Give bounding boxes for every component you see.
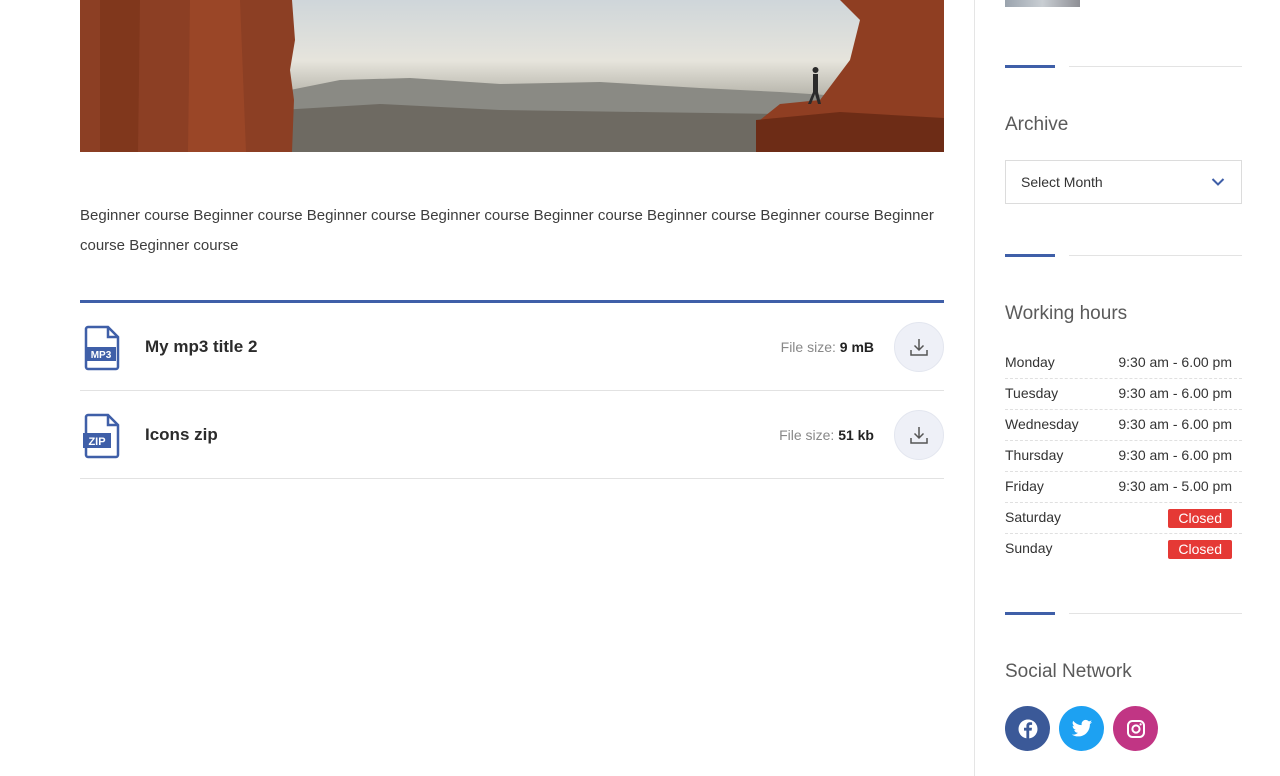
closed-badge: Closed <box>1168 509 1232 528</box>
download-icon <box>910 427 928 444</box>
twitter-button[interactable] <box>1059 706 1104 751</box>
working-hours-heading: Working hours <box>1005 303 1128 324</box>
hours-row: Friday 9:30 am - 5.00 pm <box>1005 472 1242 503</box>
file-title: My mp3 title 2 <box>145 337 258 356</box>
download-icon <box>910 339 928 356</box>
widget-separator <box>1005 612 1242 615</box>
zip-file-icon: ZIP <box>83 413 120 459</box>
facebook-button[interactable] <box>1005 706 1050 751</box>
post-hero-image <box>80 0 944 152</box>
instagram-button[interactable] <box>1113 706 1158 751</box>
hours-row: Tuesday 9:30 am - 6.00 pm <box>1005 379 1242 410</box>
file-row: MP3 My mp3 title 2 File size: 9 mB <box>80 303 944 391</box>
hours-row: Wednesday 9:30 am - 6.00 pm <box>1005 410 1242 441</box>
twitter-icon <box>1071 719 1092 736</box>
widget-separator <box>1005 254 1242 257</box>
file-size: File size: 51 kb <box>779 427 874 443</box>
working-hours-table: Monday 9:30 am - 6.00 pm Tuesday 9:30 am -… <box>1005 348 1242 564</box>
download-button[interactable] <box>894 322 944 372</box>
hours-row: Thursday 9:30 am - 6.00 pm <box>1005 441 1242 472</box>
svg-text:MP3: MP3 <box>91 350 112 361</box>
widget-separator <box>1005 65 1242 68</box>
download-button[interactable] <box>894 410 944 460</box>
archive-month-select[interactable]: Select Month <box>1005 160 1242 204</box>
file-row: ZIP Icons zip File size: 51 kb <box>80 391 944 479</box>
chevron-down-icon <box>1211 178 1225 186</box>
svg-text:ZIP: ZIP <box>88 436 105 448</box>
facebook-icon <box>1018 719 1037 738</box>
file-list: MP3 My mp3 title 2 File size: 9 mB ZIP I… <box>80 300 944 479</box>
sidebar-divider <box>974 0 975 776</box>
hours-row: Monday 9:30 am - 6.00 pm <box>1005 348 1242 379</box>
archive-heading: Archive <box>1005 114 1069 135</box>
file-size: File size: 9 mB <box>780 339 874 355</box>
closed-badge: Closed <box>1168 540 1232 559</box>
hours-row: Sunday Closed <box>1005 534 1242 564</box>
select-value: Select Month <box>1021 174 1103 190</box>
hours-row: Saturday Closed <box>1005 503 1242 534</box>
post-description: Beginner course Beginner course Beginner… <box>80 207 934 254</box>
mp3-file-icon: MP3 <box>84 325 120 371</box>
author-avatar <box>1005 0 1080 7</box>
file-title: Icons zip <box>145 425 218 444</box>
social-network-heading: Social Network <box>1005 661 1132 682</box>
instagram-icon <box>1126 719 1145 738</box>
social-links <box>1005 706 1158 751</box>
